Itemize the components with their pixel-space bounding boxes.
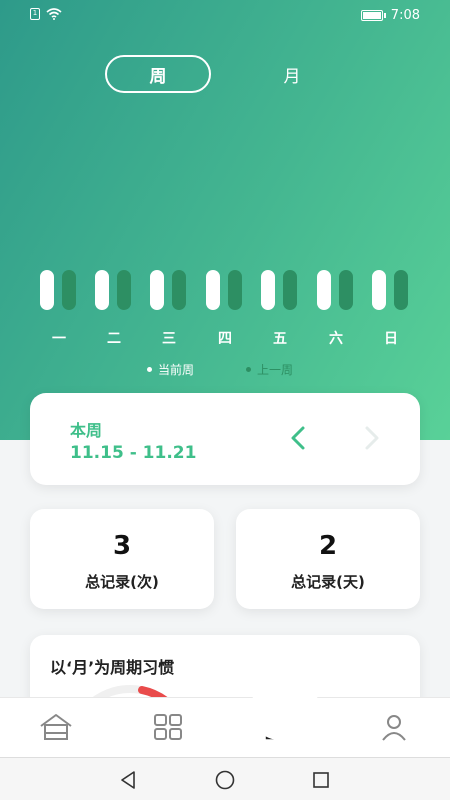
- battery-icon: [360, 10, 386, 21]
- bar-current-week: [261, 270, 275, 310]
- tab-week[interactable]: 周: [105, 55, 211, 93]
- stat-card-total-times: 3 总记录(次): [30, 509, 214, 609]
- user-icon: [382, 715, 406, 741]
- bar-previous-week: [117, 270, 131, 310]
- bar-previous-week: [394, 270, 408, 310]
- bar-current-week: [206, 270, 220, 310]
- bar-current-week: [150, 270, 164, 310]
- stat-total-days-value: 2: [318, 531, 338, 561]
- status-bar: 1 7:08: [0, 0, 450, 32]
- week-title: 本周: [70, 421, 103, 440]
- bar-previous-week: [172, 270, 186, 310]
- bar-previous-week: [62, 270, 76, 310]
- day-bars-sun: [372, 270, 410, 310]
- day-label-sun: 日: [384, 331, 398, 347]
- bar-current-week: [372, 270, 386, 310]
- day-label-tue: 二: [107, 331, 121, 347]
- legend-previous-label: 上一周: [257, 363, 294, 377]
- legend-previous-week: 上一周: [246, 361, 293, 378]
- bottom-nav: [0, 697, 450, 757]
- day-label-thu: 四: [218, 331, 232, 347]
- day-bars-fri: [261, 270, 299, 310]
- weekly-bars: [40, 270, 420, 310]
- tab-month[interactable]: 月: [262, 55, 322, 93]
- chevron-right-icon[interactable]: [358, 425, 384, 451]
- wifi-icon: [46, 8, 62, 20]
- active-tab-bubble: [250, 680, 320, 740]
- bar-previous-week: [283, 270, 297, 310]
- bar-current-week: [317, 270, 331, 310]
- week-range: 11.15 - 11.21: [70, 443, 197, 463]
- sim-icon: 1: [30, 8, 40, 20]
- stat-total-days-label: 总记录(天): [291, 573, 365, 591]
- habit-title: 以‘月’为周期习惯: [50, 658, 175, 677]
- day-label-mon: 一: [52, 331, 66, 347]
- day-bars-wed: [150, 270, 188, 310]
- legend-dot: [246, 367, 251, 372]
- bar-current-week: [95, 270, 109, 310]
- stat-total-times-value: 3: [112, 531, 132, 561]
- day-bars-tue: [95, 270, 133, 310]
- home-circle-icon[interactable]: [214, 769, 236, 791]
- stat-total-times-label: 总记录(次): [85, 573, 159, 591]
- legend-current-label: 当前周: [158, 363, 195, 377]
- bar-current-week: [40, 270, 54, 310]
- grid-icon: [154, 714, 182, 740]
- legend-dot: [147, 367, 152, 372]
- recent-apps-icon[interactable]: [310, 769, 332, 791]
- day-bars-mon: [40, 270, 78, 310]
- chart-legend: 当前周 上一周: [0, 361, 450, 379]
- nav-grid[interactable]: [150, 710, 186, 744]
- day-label-wed: 三: [162, 331, 176, 347]
- nav-home[interactable]: [38, 710, 74, 744]
- home-icon: [40, 714, 72, 740]
- bar-previous-week: [339, 270, 353, 310]
- nav-profile[interactable]: [376, 710, 412, 744]
- day-bars-sat: [317, 270, 355, 310]
- bar-previous-week: [228, 270, 242, 310]
- system-nav-bar: [0, 757, 450, 800]
- stat-card-total-days: 2 总记录(天): [236, 509, 420, 609]
- week-card: 本周 11.15 - 11.21: [30, 393, 420, 485]
- legend-current-week: 当前周: [147, 361, 194, 378]
- day-label-fri: 五: [273, 331, 287, 347]
- chevron-left-icon[interactable]: [286, 425, 312, 451]
- status-time: 7:08: [390, 8, 420, 23]
- day-bars-thu: [206, 270, 244, 310]
- day-label-sat: 六: [329, 331, 343, 347]
- back-icon[interactable]: [117, 769, 139, 791]
